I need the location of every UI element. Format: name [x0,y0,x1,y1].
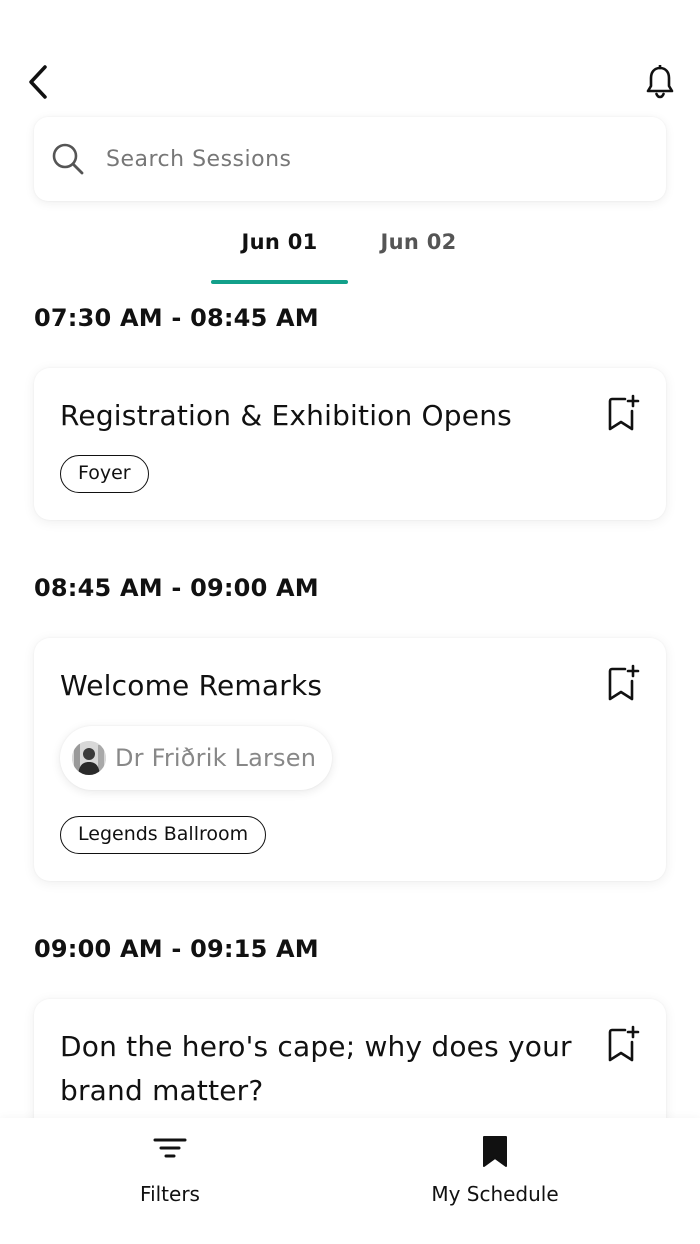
avatar [72,741,106,775]
speaker-chip[interactable]: Dr Friðrik Larsen [60,726,333,790]
back-button[interactable] [18,58,58,106]
active-tab-indicator [211,280,348,284]
bookmark-plus-icon [608,1025,640,1062]
search-input[interactable] [106,146,606,172]
date-tabs: Jun 01 Jun 02 [0,210,700,286]
search-bar[interactable] [34,117,666,201]
tab-jun-01[interactable]: Jun 01 [211,230,348,254]
session-title: Registration & Exhibition Opens [60,399,512,432]
add-to-schedule-button[interactable] [606,394,642,434]
chevron-left-icon [29,65,47,99]
add-to-schedule-button[interactable] [606,664,642,704]
notifications-button[interactable] [640,58,680,106]
tab-jun-02[interactable]: Jun 02 [350,230,487,254]
my-schedule-button[interactable]: My Schedule [365,1118,625,1244]
speaker-name: Dr Friðrik Larsen [115,744,317,772]
session-card[interactable]: Registration & Exhibition Opens Foyer [34,368,666,520]
search-icon [48,139,88,179]
bottom-navigation: Filters My Schedule [0,1118,700,1244]
filters-label: Filters [140,1182,200,1206]
top-bar [0,50,700,114]
bookmark-plus-icon [608,394,640,431]
location-tag: Foyer [60,455,149,493]
bookmark-icon [483,1136,507,1167]
filters-button[interactable]: Filters [40,1118,300,1244]
bookmark-plus-icon [608,664,640,701]
add-to-schedule-button[interactable] [606,1025,642,1065]
session-time: 08:45 AM - 09:00 AM [34,574,319,602]
session-time: 09:00 AM - 09:15 AM [34,935,319,963]
session-title: Don the hero's cape; why does your brand… [60,1030,572,1107]
session-card[interactable]: Welcome Remarks Dr Friðrik Larsen Legend… [34,638,666,881]
bell-icon [646,65,674,99]
session-schedule-screen: Jun 01 Jun 02 07:30 AM - 08:45 AM Regist… [0,0,700,1244]
session-title: Welcome Remarks [60,669,323,702]
filter-icon [153,1138,187,1158]
location-tag: Legends Ballroom [60,816,267,854]
my-schedule-label: My Schedule [431,1182,559,1206]
session-time: 07:30 AM - 08:45 AM [34,304,319,332]
